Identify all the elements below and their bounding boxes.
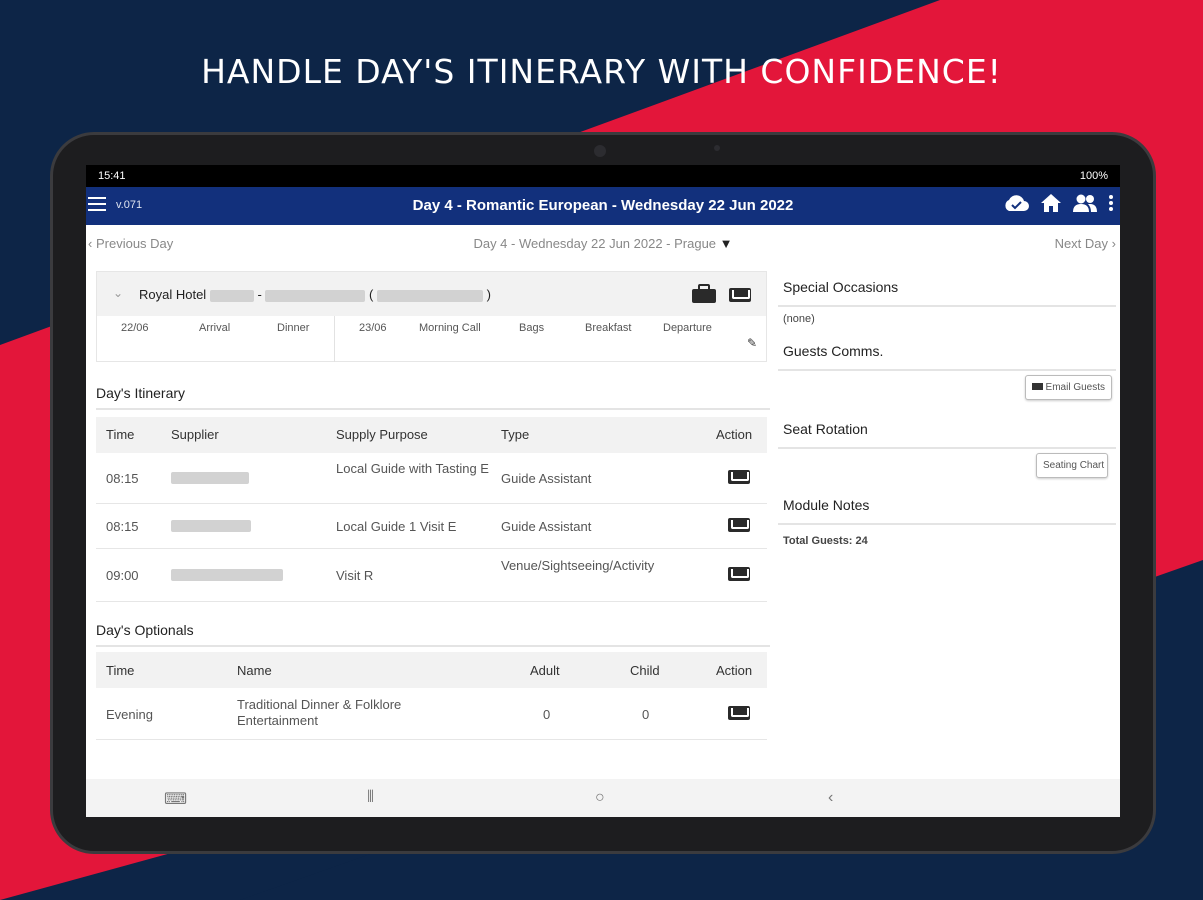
section-divider <box>96 645 770 647</box>
hotel-card: ⌄ Royal Hotel - ( ) 22/06 Arrival Dinner… <box>96 271 767 362</box>
table-row[interactable]: 09:00 Visit R Venue/Sightseeing/Activity <box>96 549 767 602</box>
keyboard-icon[interactable]: ⌨ <box>164 789 187 809</box>
table-row[interactable]: 08:15 Local Guide with Tasting E Guide A… <box>96 453 767 504</box>
chevron-right-icon: › <box>1111 236 1116 251</box>
mail-icon <box>1031 383 1043 390</box>
optionals-title: Day's Optionals <box>96 622 194 638</box>
redacted-text <box>171 472 249 484</box>
cell-child: 0 <box>642 707 650 722</box>
status-time: 15:41 <box>98 170 126 182</box>
redacted-text <box>171 569 283 581</box>
cell-time: 08:15 <box>106 471 139 486</box>
users-icon[interactable] <box>1072 193 1098 213</box>
mail-icon[interactable] <box>729 288 751 302</box>
cell-time: 09:00 <box>106 568 139 583</box>
hotel-name: Royal Hotel <box>139 287 207 302</box>
mail-icon[interactable] <box>728 567 750 581</box>
mail-icon[interactable] <box>728 706 750 720</box>
col-header: Action <box>716 663 753 678</box>
page-title: Day 4 - Romantic European - Wednesday 22… <box>412 197 794 214</box>
redacted-text <box>265 289 366 302</box>
col-header: Time <box>106 663 135 678</box>
redacted-text <box>376 289 483 302</box>
hotel-col: Morning Call <box>419 322 481 334</box>
section-divider <box>96 408 770 410</box>
col-header: Name <box>237 663 272 678</box>
hotel-col: Dinner <box>277 322 310 334</box>
email-guests-button[interactable]: Email Guests <box>1024 375 1112 400</box>
redacted-text <box>209 289 254 302</box>
col-header: Child <box>630 663 660 678</box>
special-occasions-title: Special Occasions <box>778 265 1116 307</box>
back-icon[interactable]: ‹ <box>828 789 833 807</box>
caret-down-icon: ▼ <box>719 236 733 251</box>
col-header: Supply Purpose <box>336 427 428 442</box>
col-header: Adult <box>530 663 560 678</box>
hotel-col: Breakfast <box>585 322 632 334</box>
cell-type: Guide Assistant <box>501 471 592 486</box>
cell-name: Traditional Dinner & Folklore Entertainm… <box>237 697 402 728</box>
hotel-col: 23/06 <box>359 322 387 334</box>
col-header: Supplier <box>171 427 219 442</box>
cell-purpose: Visit R <box>336 568 374 583</box>
total-guests: Total Guests: 24 <box>783 535 868 547</box>
briefcase-icon[interactable] <box>691 284 717 304</box>
more-vert-icon[interactable] <box>1108 193 1114 213</box>
app-bar: v.071 Day 4 - Romantic European - Wednes… <box>86 187 1120 225</box>
column-divider <box>334 316 335 362</box>
optionals-table: Time Name Adult Child Action Evening Tra… <box>96 652 767 740</box>
cell-time: Evening <box>106 707 153 722</box>
guests-comms-title: Guests Comms. <box>778 331 1116 371</box>
chevron-down-icon[interactable]: ⌄ <box>113 286 123 300</box>
itinerary-table: Time Supplier Supply Purpose Type Action… <box>96 417 767 602</box>
system-nav-bar: ⌨ ⦀ ○ ‹ <box>86 779 1120 817</box>
day-selector[interactable]: Day 4 - Wednesday 22 Jun 2022 - Prague ▼ <box>86 236 1120 251</box>
table-row[interactable]: Evening Traditional Dinner & Folklore En… <box>96 688 767 740</box>
seat-rotation-title: Seat Rotation <box>778 417 1116 449</box>
cell-time: 08:15 <box>106 519 139 534</box>
status-battery: 100% <box>1079 170 1108 182</box>
cell-purpose: Local Guide with Tasting E <box>336 461 489 476</box>
cell-type: Venue/Sightseeing/Activity <box>501 558 655 573</box>
cell-adult: 0 <box>543 707 551 722</box>
app-screen: 15:41 100% v.071 Day 4 - Romantic Europe… <box>86 165 1120 817</box>
next-day-link[interactable]: Next Day › <box>1055 236 1116 251</box>
table-row[interactable]: 08:15 Local Guide 1 Visit E Guide Assist… <box>96 504 767 549</box>
itinerary-title: Day's Itinerary <box>96 385 186 401</box>
hotel-col: Bags <box>519 322 545 334</box>
cloud-check-icon[interactable] <box>1002 193 1030 213</box>
redacted-text <box>171 520 251 532</box>
col-header: Type <box>501 427 530 442</box>
hotel-col: Arrival <box>199 322 231 334</box>
special-occasions-value: (none) <box>783 313 815 325</box>
hotel-col: Departure <box>663 322 712 334</box>
recent-apps-icon[interactable]: ⦀ <box>367 789 374 807</box>
cell-purpose: Local Guide 1 Visit E <box>336 519 457 534</box>
cell-type: Guide Assistant <box>501 519 592 534</box>
front-camera <box>594 145 606 157</box>
mail-icon[interactable] <box>728 470 750 484</box>
seating-chart-button[interactable]: Seating Chart <box>1036 453 1108 478</box>
col-header: Action <box>716 427 753 442</box>
home-button-icon[interactable]: ○ <box>595 789 605 807</box>
module-notes-title: Module Notes <box>778 493 1116 525</box>
home-icon[interactable] <box>1040 193 1062 213</box>
headline: HANDLE DAY'S ITINERARY WITH CONFIDENCE! <box>201 52 1002 91</box>
right-panel: Special Occasions (none) Guests Comms. E… <box>778 265 1116 553</box>
col-header: Time <box>106 427 135 442</box>
mail-icon[interactable] <box>728 518 750 532</box>
status-bar: 15:41 100% <box>86 165 1120 187</box>
hotel-col: 22/06 <box>121 322 149 334</box>
sensor <box>714 145 720 151</box>
edit-icon[interactable]: ✎ <box>747 336 757 350</box>
